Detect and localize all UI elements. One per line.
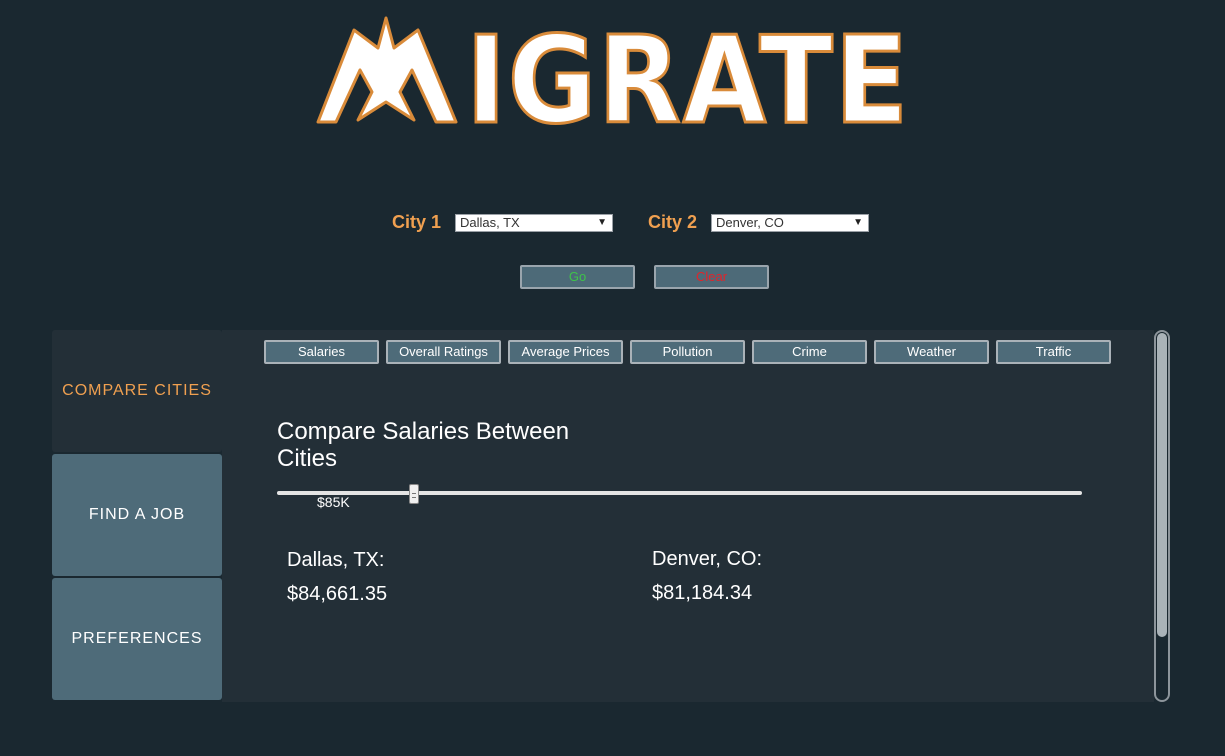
tab-overall-ratings[interactable]: Overall Ratings <box>386 340 501 364</box>
salary-slider-label: $85K <box>317 494 350 510</box>
city1-label: City 1 <box>392 212 442 232</box>
tab-traffic[interactable]: Traffic <box>996 340 1111 364</box>
city1-selected-value: Dallas, TX <box>460 215 520 230</box>
sidebar-item-label: COMPARE CITIES <box>62 382 212 399</box>
logo-text: IGRATE <box>466 16 910 126</box>
panel-scrollbar-thumb[interactable] <box>1157 333 1167 637</box>
dropdown-arrow-icon: ▼ <box>597 217 607 228</box>
city2-select[interactable]: Denver, CO ▼ <box>711 214 869 232</box>
swallow-bird-icon <box>316 16 458 124</box>
sidebar: COMPARE CITIES FIND A JOB PREFERENCES <box>52 330 222 702</box>
migrate-logo: IGRATE <box>316 16 914 126</box>
dropdown-arrow-icon: ▼ <box>853 217 863 228</box>
sidebar-item-compare-cities[interactable]: COMPARE CITIES <box>52 330 222 452</box>
tab-salaries[interactable]: Salaries <box>264 340 379 364</box>
city2-selected-value: Denver, CO <box>716 215 784 230</box>
tab-crime[interactable]: Crime <box>752 340 867 364</box>
sidebar-item-label: FIND A JOB <box>88 506 186 523</box>
tab-weather[interactable]: Weather <box>874 340 989 364</box>
salary-slider-track[interactable] <box>277 491 1082 495</box>
city1-result-salary: $84,661.35 <box>287 583 388 605</box>
go-button[interactable]: Go <box>520 265 635 289</box>
section-title: Compare Salaries Between Cities <box>277 418 570 472</box>
main-panel <box>222 330 1154 702</box>
sidebar-item-label: PREFERENCES <box>71 630 203 647</box>
sidebar-item-preferences[interactable]: PREFERENCES <box>52 578 222 700</box>
city1-result-name: Dallas, TX: <box>287 549 385 571</box>
tab-average-prices[interactable]: Average Prices <box>508 340 623 364</box>
city2-result-name: Denver, CO: <box>652 548 763 570</box>
tab-pollution[interactable]: Pollution <box>630 340 745 364</box>
city2-result-salary: $81,184.34 <box>652 582 753 604</box>
salary-slider-thumb[interactable] <box>409 484 419 504</box>
sidebar-item-find-a-job[interactable]: FIND A JOB <box>52 454 222 576</box>
clear-button[interactable]: Clear <box>654 265 769 289</box>
city1-select[interactable]: Dallas, TX ▼ <box>455 214 613 232</box>
city2-label: City 2 <box>648 212 698 232</box>
